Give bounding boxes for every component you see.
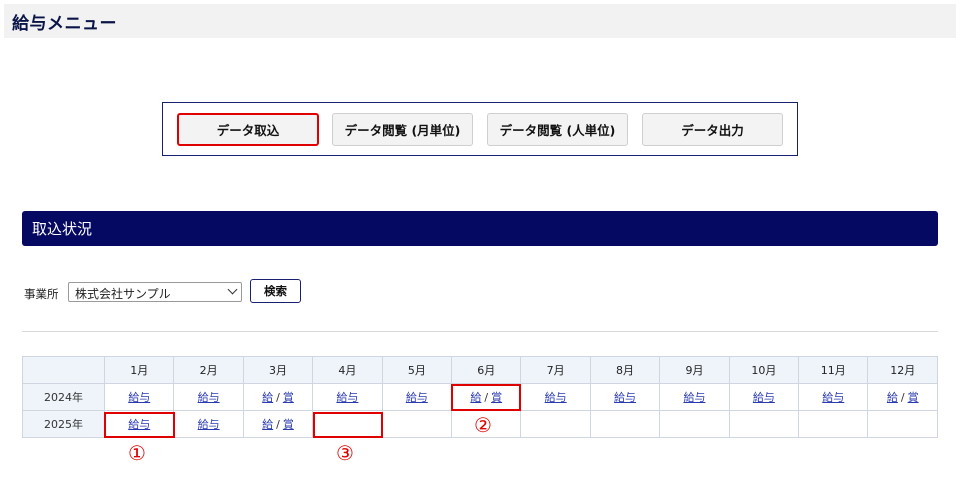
table-header-row: 1月 2月 3月 4月 5月 6月 7月 8月 9月 10月 11月 12月 xyxy=(22,356,938,384)
month-header: 6月 xyxy=(451,356,522,384)
year-label: 2024年 xyxy=(22,383,105,411)
salary-link[interactable]: 給与 xyxy=(753,391,775,404)
section-header: 取込状況 xyxy=(22,211,938,246)
table-corner-cell xyxy=(22,356,105,384)
bonus-link[interactable]: 賞 xyxy=(491,391,502,404)
status-cell xyxy=(798,410,869,438)
salary-link[interactable]: 給与 xyxy=(128,391,150,404)
search-button[interactable]: 検索 xyxy=(250,279,301,303)
status-cell: 給 / 賞 xyxy=(451,383,522,411)
office-select[interactable]: 株式会社サンプル xyxy=(68,282,242,302)
status-cell: 給与 xyxy=(173,410,244,438)
status-cell xyxy=(589,410,661,438)
status-cell: 給 / 賞 xyxy=(867,383,938,411)
status-cell: 給与 xyxy=(659,383,730,411)
bonus-link[interactable]: 賞 xyxy=(908,391,919,404)
bonus-link[interactable]: 賞 xyxy=(283,391,294,404)
month-header: 2月 xyxy=(173,356,244,384)
data-view-person-button[interactable]: データ閲覧 (人単位) xyxy=(487,113,628,146)
salary-link[interactable]: 給与 xyxy=(128,418,150,431)
table-row: 2024年 給与 給与給 / 賞給与 給与給 / 賞給与 給与 給与 給与 給与給 / 賞 xyxy=(22,383,938,411)
office-label: 事業所 xyxy=(24,287,59,301)
month-header: 1月 xyxy=(103,356,175,384)
office-select-value: 株式会社サンプル xyxy=(75,287,171,301)
section-title: 取込状況 xyxy=(32,220,93,238)
salary-link[interactable]: 給与 xyxy=(198,391,220,404)
status-cell: 給与 xyxy=(728,383,800,411)
bonus-link[interactable]: 賞 xyxy=(283,418,294,431)
salary-link[interactable]: 給 xyxy=(262,418,273,431)
salary-link[interactable]: 給与 xyxy=(545,391,567,404)
month-header: 8月 xyxy=(589,356,661,384)
salary-link[interactable]: 給 xyxy=(887,391,898,404)
divider xyxy=(22,331,938,332)
status-cell: 給与 xyxy=(381,383,453,411)
status-cell xyxy=(867,410,938,438)
month-header: 7月 xyxy=(520,356,591,384)
status-cell xyxy=(312,410,383,438)
status-cell: 給 / 賞 xyxy=(242,410,314,438)
status-cell: 給 / 賞 xyxy=(242,383,314,411)
salary-link[interactable]: 給与 xyxy=(683,391,705,404)
salary-link[interactable]: 給与 xyxy=(336,391,358,404)
month-header: 4月 xyxy=(312,356,383,384)
link-separator: / xyxy=(900,391,905,404)
marker-1: ① xyxy=(128,441,146,465)
link-separator: / xyxy=(484,391,489,404)
status-cell: 給与 xyxy=(312,383,383,411)
status-cell: 給与 xyxy=(103,410,175,438)
link-separator: / xyxy=(276,418,280,431)
salary-link[interactable]: 給 xyxy=(262,391,273,404)
data-import-button[interactable]: データ取込 xyxy=(177,113,319,146)
salary-link[interactable]: 給与 xyxy=(614,391,636,404)
status-cell xyxy=(520,410,591,438)
header-bar: 給与メニュー xyxy=(4,4,956,38)
marker-2: ② xyxy=(474,413,492,437)
link-separator: / xyxy=(276,391,280,404)
data-export-button[interactable]: データ出力 xyxy=(642,113,783,146)
year-label: 2025年 xyxy=(22,410,105,438)
salary-link[interactable]: 給与 xyxy=(198,418,220,431)
status-cell: 給与 xyxy=(103,383,175,411)
status-cell xyxy=(381,410,453,438)
status-cell: 給与 xyxy=(589,383,661,411)
status-cell xyxy=(728,410,800,438)
salary-link[interactable]: 給与 xyxy=(822,391,844,404)
data-view-monthly-button[interactable]: データ閲覧 (月単位) xyxy=(332,113,473,146)
month-header: 10月 xyxy=(728,356,800,384)
marker-3: ③ xyxy=(336,441,354,465)
salary-link[interactable]: 給与 xyxy=(406,391,428,404)
month-header: 9月 xyxy=(659,356,730,384)
month-header: 5月 xyxy=(381,356,453,384)
status-cell: 給与 xyxy=(173,383,244,411)
page-title: 給与メニュー xyxy=(12,14,117,34)
month-header: 11月 xyxy=(798,356,869,384)
salary-link[interactable]: 給 xyxy=(470,391,481,404)
status-cell: 給与 xyxy=(520,383,591,411)
menu-panel: データ取込 データ閲覧 (月単位) データ閲覧 (人単位) データ出力 xyxy=(162,102,798,156)
month-header: 12月 xyxy=(867,356,938,384)
status-cell xyxy=(659,410,730,438)
chevron-down-icon xyxy=(227,284,238,295)
month-header: 3月 xyxy=(242,356,314,384)
status-cell: 給与 xyxy=(798,383,869,411)
